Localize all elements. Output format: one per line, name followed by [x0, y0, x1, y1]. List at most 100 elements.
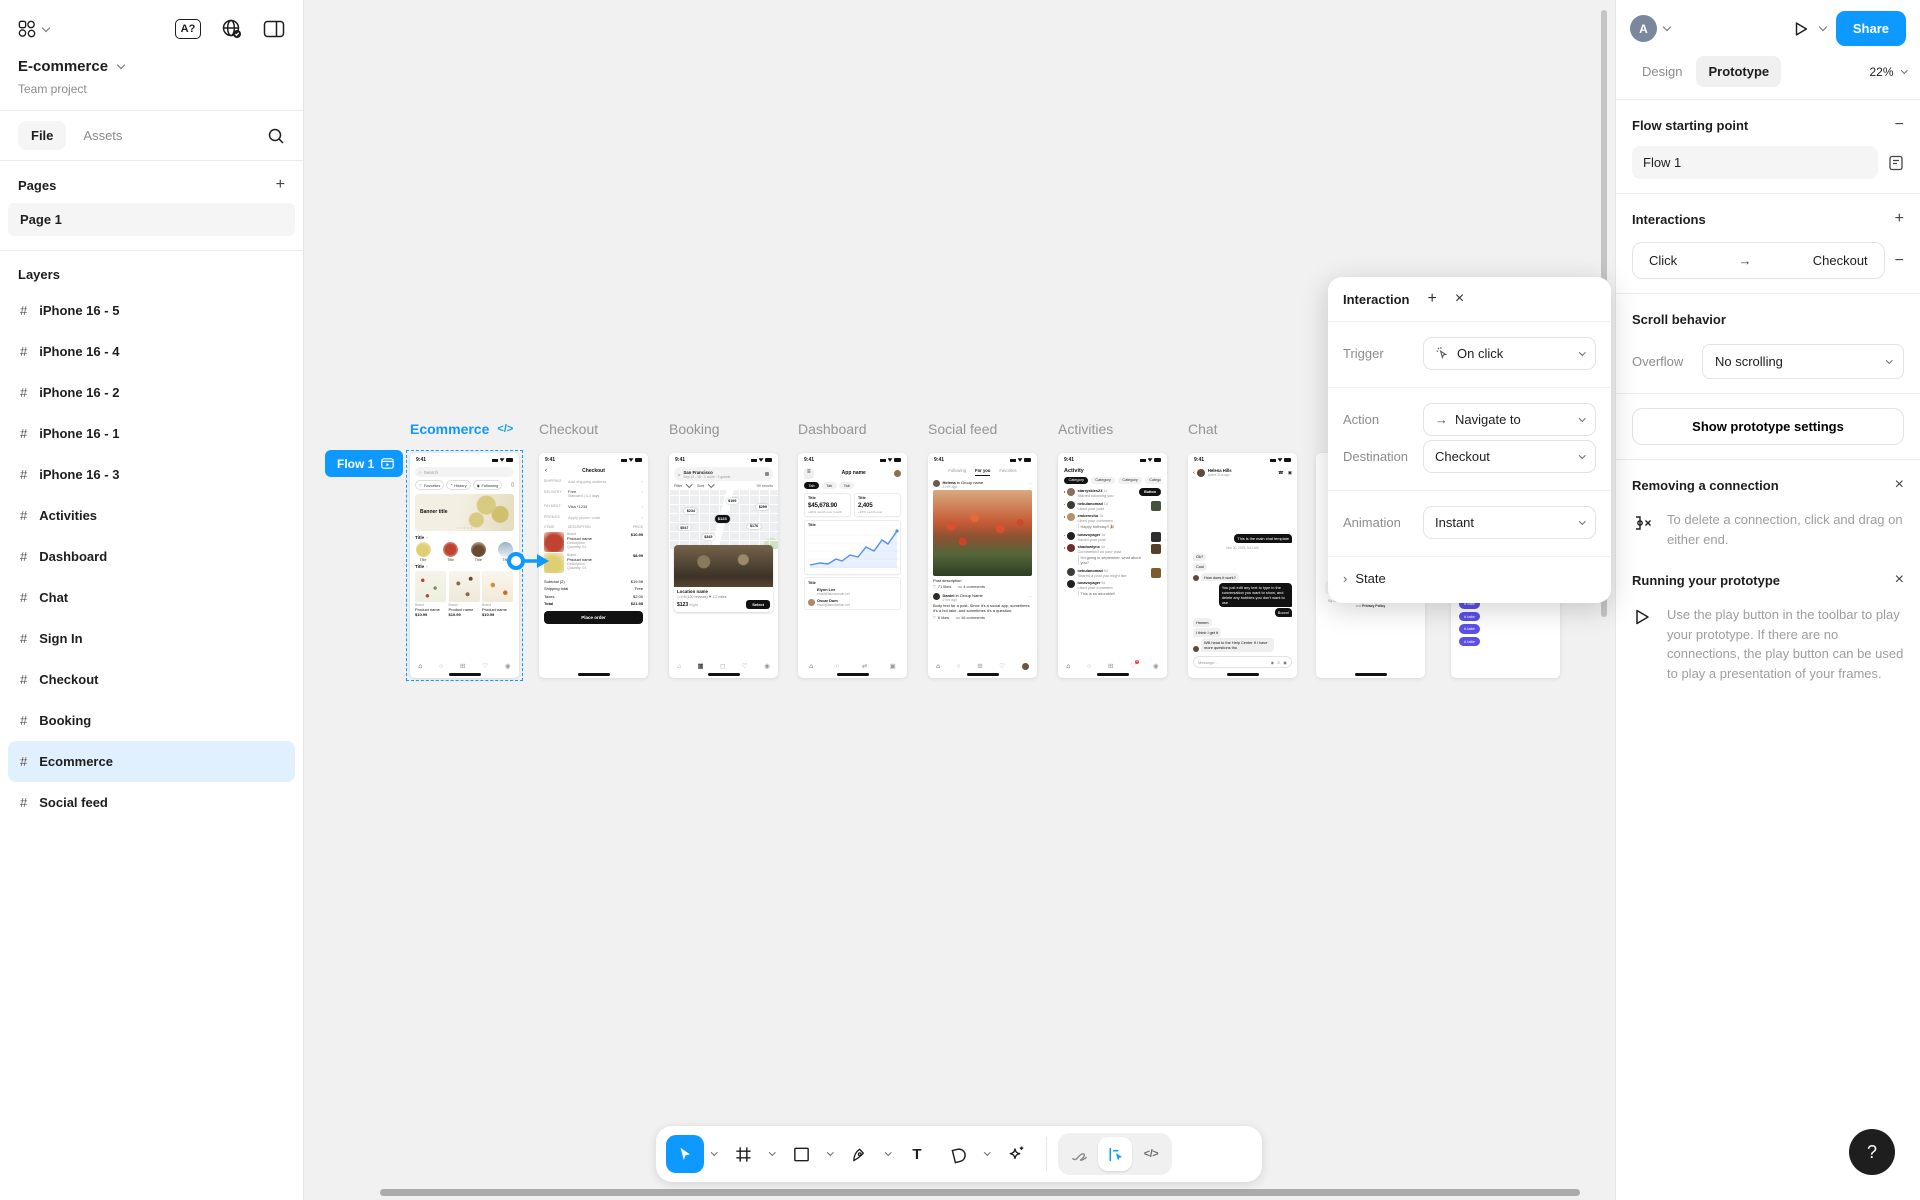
text-tool[interactable]: T	[898, 1135, 936, 1173]
frame-label-social-feed[interactable]: Social feed	[928, 421, 997, 437]
project-menu-chevron-icon[interactable]	[117, 61, 125, 69]
layer-row[interactable]: # iPhone 16 - 2	[8, 372, 295, 413]
layer-row[interactable]: # iPhone 16 - 4	[8, 331, 295, 372]
pen-tool[interactable]	[840, 1135, 878, 1173]
tab-file[interactable]: File	[18, 121, 66, 150]
move-tool[interactable]	[666, 1135, 704, 1173]
frame-label-booking[interactable]: Booking	[669, 421, 720, 437]
flow-section-title: Flow starting point	[1632, 118, 1748, 133]
mini-feed-tab: Favorites	[999, 468, 1016, 476]
frame-label-activities[interactable]: Activities	[1058, 421, 1113, 437]
state-expander[interactable]: › State	[1328, 556, 1611, 603]
frame-chat[interactable]: 9:41 ‹ Helena HillsActive 11m ago ☎▣ Thi…	[1188, 453, 1297, 678]
dismiss-tip-icon[interactable]: ×	[1895, 572, 1904, 588]
frame-ecommerce[interactable]: 9:41 ○Search ♡Favorites ◔History ◉Follow…	[410, 453, 519, 678]
layer-row[interactable]: # iPhone 16 - 3	[8, 454, 295, 495]
layer-row[interactable]: # Sign In	[8, 618, 295, 659]
mini-chip: Tab	[839, 482, 854, 489]
layer-row[interactable]: # iPhone 16 - 1	[8, 413, 295, 454]
call-icon: ☎	[1278, 470, 1284, 476]
frame-label-checkout[interactable]: Checkout	[539, 421, 598, 437]
destination-select[interactable]: Checkout	[1423, 440, 1596, 473]
layer-row[interactable]: # Booking	[8, 700, 295, 741]
frame-label-chat[interactable]: Chat	[1188, 421, 1218, 437]
add-interaction-icon[interactable]: +	[1895, 211, 1904, 227]
tab-assets[interactable]: Assets	[70, 121, 135, 150]
add-page-icon[interactable]: +	[276, 177, 285, 193]
remove-flow-icon[interactable]: −	[1895, 117, 1904, 133]
tab-design[interactable]: Design	[1630, 56, 1694, 87]
toggle-panel-icon[interactable]	[263, 20, 285, 38]
mini-chat-messages: This is the main chat template Nov 30, 2…	[1188, 480, 1297, 654]
layer-row[interactable]: # Ecommerce	[8, 741, 295, 782]
frame-tool[interactable]	[724, 1135, 762, 1173]
main-menu-chevron-icon[interactable]	[42, 23, 50, 31]
interaction-row[interactable]: Click → Checkout	[1632, 242, 1885, 279]
frame-tool-chevron-icon[interactable]	[769, 1149, 775, 1155]
avatar	[1193, 575, 1199, 581]
dismiss-tip-icon[interactable]: ×	[1895, 477, 1904, 493]
prototype-connect-tool[interactable]	[1098, 1137, 1132, 1171]
layer-row[interactable]: # Dashboard	[8, 536, 295, 577]
avatar	[933, 593, 940, 600]
frame-dashboard[interactable]: 9:41 ≡App name Tab Tab Tab Title $45,678…	[798, 453, 907, 678]
layer-row[interactable]: # Checkout	[8, 659, 295, 700]
trigger-select[interactable]: On click	[1423, 337, 1596, 370]
layer-row[interactable]: # Chat	[8, 577, 295, 618]
zoom-control[interactable]: 22%	[1869, 65, 1906, 79]
mini-activity-row: nebulanomad5d Shared a post you might li…	[1067, 568, 1161, 578]
page-item-page-1[interactable]: Page 1	[8, 203, 295, 236]
move-tool-chevron-icon[interactable]	[711, 1149, 717, 1155]
flow-name-input[interactable]: Flow 1	[1632, 146, 1878, 179]
add-interaction-icon[interactable]: +	[1427, 290, 1436, 308]
show-prototype-settings-button[interactable]: Show prototype settings	[1632, 408, 1904, 445]
layer-row[interactable]: # iPhone 16 - 5	[8, 290, 295, 331]
mini-map-pin: $547	[678, 525, 691, 531]
pen-tool-chevron-icon[interactable]	[885, 1149, 891, 1155]
navigate-arrow-icon: →	[1435, 412, 1448, 427]
layer-name: Activities	[39, 508, 97, 523]
tab-prototype[interactable]: Prototype	[1696, 56, 1781, 87]
shape-tool-chevron-icon[interactable]	[827, 1149, 833, 1155]
dev-mode-tool[interactable]: </>	[1134, 1137, 1168, 1171]
mini-chip: Category	[1091, 477, 1115, 484]
present-play-icon[interactable]	[1792, 20, 1810, 38]
layer-row[interactable]: # Activities	[8, 495, 295, 536]
frame-social-feed[interactable]: 9:41 Following For you Favorites Helena …	[928, 453, 1037, 678]
action-select[interactable]: → Navigate to	[1423, 403, 1596, 436]
draw-tool[interactable]	[1062, 1137, 1096, 1171]
user-avatar[interactable]: A	[1630, 15, 1657, 42]
rename-suggest-icon[interactable]: A?	[175, 19, 201, 39]
frame-label-ecommerce[interactable]: Ecommerce </>	[410, 421, 513, 437]
frame-booking[interactable]: 9:41 ○ San FranciscoSep 12 - 15 · 1 room…	[669, 453, 778, 678]
close-icon[interactable]: ×	[1455, 290, 1464, 308]
overflow-select[interactable]: No scrolling	[1702, 344, 1904, 379]
frame-activities[interactable]: 9:41 Activity Category Category Category…	[1058, 453, 1167, 678]
figma-logo-icon[interactable]	[18, 20, 36, 38]
comment-shape-tool[interactable]	[939, 1135, 977, 1173]
mode-tool-group: </>	[1058, 1133, 1172, 1175]
globe-status-icon[interactable]	[221, 18, 243, 40]
remove-interaction-icon[interactable]: −	[1895, 253, 1904, 269]
animation-select[interactable]: Instant	[1423, 506, 1596, 539]
mini-map-pin: $176	[747, 524, 760, 530]
layer-row[interactable]: # Social feed	[8, 782, 295, 823]
prototype-connection-arrow[interactable]	[505, 548, 551, 579]
chevron-down-icon	[1886, 357, 1892, 363]
account-chevron-icon[interactable]	[1663, 23, 1671, 31]
search-icon[interactable]	[267, 127, 285, 145]
mini-category-item: Title	[415, 542, 431, 562]
frame-checkout[interactable]: 9:41 ‹Checkout SHIPPING Add shipping add…	[539, 453, 648, 678]
share-button[interactable]: Share	[1836, 11, 1906, 46]
help-button[interactable]: ?	[1849, 1129, 1895, 1175]
actions-sparkle-tool[interactable]	[997, 1135, 1035, 1173]
canvas-horizontal-scrollbar[interactable]	[380, 1189, 1580, 1196]
frame-icon: #	[20, 467, 27, 482]
mini-thumbnail	[1151, 544, 1161, 554]
flow-start-badge[interactable]: Flow 1	[325, 450, 403, 477]
frame-label-dashboard[interactable]: Dashboard	[798, 421, 867, 437]
shape-menu-chevron-icon[interactable]	[984, 1149, 990, 1155]
present-chevron-icon[interactable]	[1819, 23, 1827, 31]
shape-tool-rectangle[interactable]	[782, 1135, 820, 1173]
flow-description-icon[interactable]	[1888, 155, 1904, 171]
